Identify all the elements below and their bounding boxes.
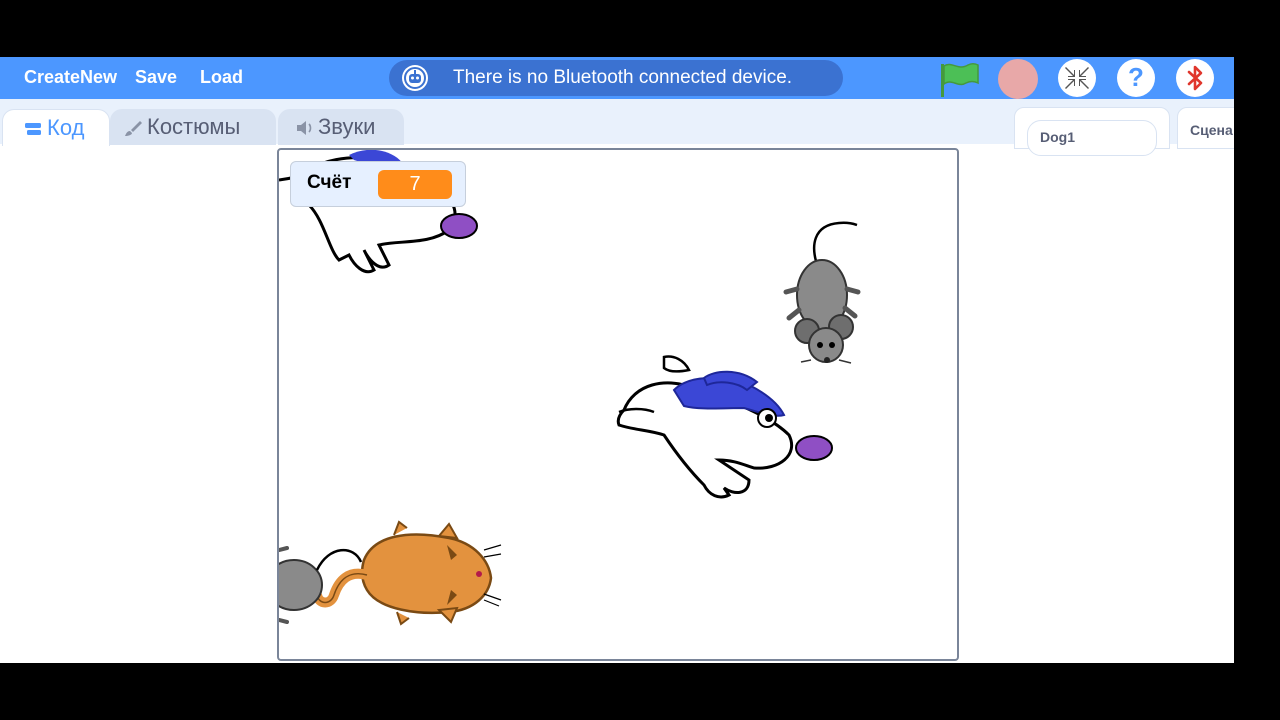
green-flag-icon xyxy=(941,63,979,97)
robot-icon xyxy=(402,65,428,91)
tab-code-label: Код xyxy=(47,115,85,140)
sprite-name-field[interactable]: Dog1 xyxy=(1027,120,1157,156)
scratch-app-window: CreateNew Save Load There is no Bluetoot… xyxy=(0,57,1234,663)
speaker-icon xyxy=(297,121,312,135)
fullscreen-toggle-button[interactable] xyxy=(1058,59,1096,97)
stage-canvas[interactable]: Счёт 7 xyxy=(277,148,959,661)
menu-bar: CreateNew Save Load There is no Bluetoot… xyxy=(0,57,1234,99)
tab-sounds-label: Звуки xyxy=(318,114,376,139)
stage-target-tab[interactable]: Сцена xyxy=(1177,107,1234,149)
green-flag-button[interactable] xyxy=(938,59,980,99)
help-button[interactable]: ? xyxy=(1117,59,1155,97)
stop-icon xyxy=(998,59,1038,99)
editor-tabs-bar: Код Костюмы Звуки Dog1 Сцена xyxy=(0,99,1234,156)
variable-name: Счёт xyxy=(307,172,352,193)
bluetooth-icon xyxy=(1187,65,1203,91)
bluetooth-status-banner: There is no Bluetooth connected device. xyxy=(389,60,843,96)
dog-sprite[interactable] xyxy=(616,355,833,499)
stage-sprites xyxy=(279,150,861,626)
mouse-sprite[interactable] xyxy=(783,221,861,364)
variable-value: 7 xyxy=(378,170,452,199)
tab-sounds[interactable]: Звуки xyxy=(278,109,404,145)
stop-button[interactable] xyxy=(998,59,1038,99)
sprite-name-value: Dog1 xyxy=(1040,129,1075,145)
tab-costumes[interactable]: Костюмы xyxy=(110,109,276,145)
mouse-sprite[interactable] xyxy=(279,546,363,624)
bluetooth-button[interactable] xyxy=(1176,59,1214,97)
cat-sprite[interactable] xyxy=(312,520,502,626)
code-blocks-icon xyxy=(25,123,41,135)
paintbrush-icon xyxy=(125,121,142,136)
tab-costumes-label: Костюмы xyxy=(147,114,241,139)
shrink-arrows-icon xyxy=(1065,67,1089,89)
help-icon: ? xyxy=(1128,62,1144,92)
create-new-button[interactable]: CreateNew xyxy=(24,67,117,88)
variable-monitor-score[interactable]: Счёт 7 xyxy=(290,161,466,207)
sprite-info-panel: Dog1 xyxy=(1014,107,1170,156)
load-button[interactable]: Load xyxy=(200,67,243,88)
bluetooth-status-text: There is no Bluetooth connected device. xyxy=(453,67,793,88)
save-button[interactable]: Save xyxy=(135,67,177,88)
stage-target-label: Сцена xyxy=(1190,122,1233,138)
tab-code[interactable]: Код xyxy=(2,109,110,146)
